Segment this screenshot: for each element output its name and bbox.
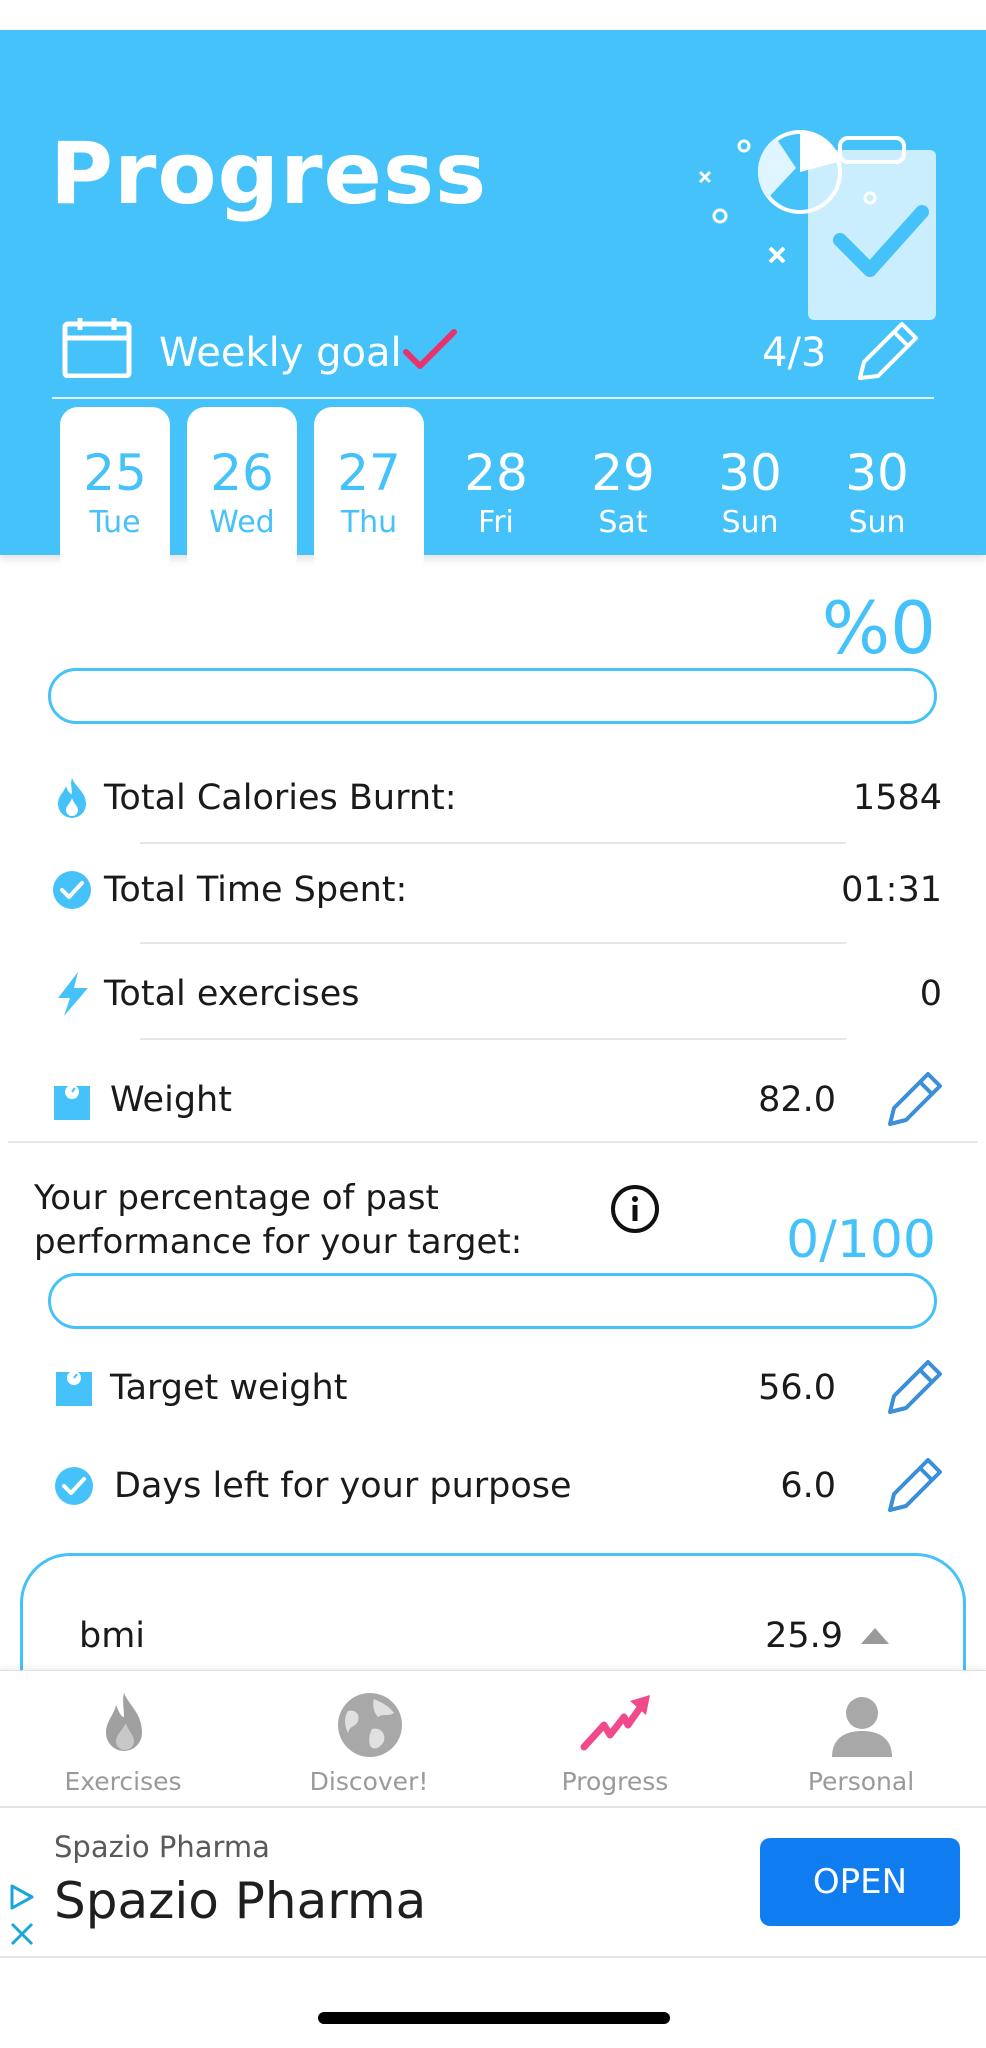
day-item-30-sun-2[interactable]: 30 Sun — [822, 407, 932, 575]
flame-icon — [58, 778, 86, 818]
ad-headline: Spazio Pharma — [54, 1872, 427, 1930]
days-left-row: Days left for your purpose 6.0 — [0, 1458, 986, 1518]
home-indicator[interactable] — [318, 2012, 670, 2024]
row-divider — [140, 842, 846, 844]
time-spent-row: Total Time Spent: 01:31 — [0, 862, 986, 922]
edit-weight-pencil-icon[interactable] — [884, 1066, 946, 1128]
total-exercises-value: 0 — [919, 974, 942, 1014]
bmi-value: 25.9 — [765, 1616, 843, 1656]
edit-weekly-goal-pencil-icon[interactable] — [852, 318, 926, 382]
ad-advertiser: Spazio Pharma — [54, 1830, 270, 1864]
ad-open-button[interactable]: OPEN — [760, 1838, 960, 1926]
past-performance-value: 0/100 — [786, 1210, 936, 1270]
days-left-value: 6.0 — [780, 1466, 836, 1506]
day-name: Wed — [209, 505, 275, 540]
day-number: 26 — [210, 444, 274, 502]
calendar-icon — [62, 318, 132, 378]
row-divider — [140, 942, 846, 944]
past-performance-bar — [48, 1273, 937, 1329]
day-name: Sun — [848, 505, 906, 540]
day-number: 28 — [464, 444, 528, 502]
weekly-goal-label: Weekly goal — [159, 330, 402, 376]
calories-value: 1584 — [852, 778, 942, 818]
total-exercises-label: Total exercises — [104, 974, 360, 1014]
days-left-label: Days left for your purpose — [114, 1466, 572, 1506]
weekly-progress-percent: %0 — [821, 586, 936, 670]
day-number: 30 — [845, 444, 909, 502]
scale-bag-icon — [56, 1371, 92, 1406]
nav-item-progress[interactable]: Progress — [492, 1671, 738, 1807]
day-item-25-tue[interactable]: 25 Tue — [60, 407, 170, 575]
weekly-goal-row: Weekly goal 4/3 — [62, 288, 932, 380]
ad-choices-play-icon[interactable] — [8, 1882, 36, 1912]
nav-item-discover[interactable]: Discover! — [246, 1671, 492, 1807]
weight-value: 82.0 — [758, 1080, 836, 1120]
checkmark-icon — [403, 329, 457, 369]
day-item-27-thu[interactable]: 27 Thu — [314, 407, 424, 575]
check-circle-icon — [55, 1467, 93, 1505]
nav-label: Personal — [807, 1767, 915, 1796]
day-name: Sun — [721, 505, 779, 540]
page-title: Progress — [50, 124, 488, 224]
target-weight-label: Target weight — [110, 1368, 348, 1408]
nav-item-exercises[interactable]: Exercises — [0, 1671, 246, 1807]
nav-item-personal[interactable]: Personal — [738, 1671, 984, 1807]
weight-label: Weight — [110, 1080, 232, 1120]
weight-row: Weight 82.0 — [0, 1072, 986, 1132]
status-bar-area — [0, 0, 986, 30]
day-item-26-wed[interactable]: 26 Wed — [187, 407, 297, 575]
flame-icon — [106, 1693, 142, 1751]
edit-target-weight-pencil-icon[interactable] — [884, 1354, 946, 1416]
scale-bag-icon — [54, 1085, 90, 1120]
nav-label: Progress — [561, 1767, 669, 1796]
time-spent-label: Total Time Spent: — [104, 870, 408, 910]
day-name: Thu — [340, 505, 398, 540]
collapse-arrow-icon[interactable] — [861, 1628, 889, 1644]
header-divider — [52, 397, 934, 399]
day-item-29-sat[interactable]: 29 Sat — [568, 407, 678, 575]
bmi-label: bmi — [79, 1616, 146, 1656]
past-performance-text: Your percentage of past performance for … — [34, 1178, 523, 1262]
day-name: Fri — [478, 505, 514, 540]
ad-banner[interactable]: Spazio Pharma Spazio Pharma OPEN — [0, 1806, 986, 1958]
calories-row: Total Calories Burnt: 1584 — [0, 770, 986, 830]
day-item-30-sun[interactable]: 30 Sun — [695, 407, 805, 575]
day-number: 25 — [83, 444, 147, 502]
progress-header: Progress Weekly goal 4/3 25 Tue 26 Wed 2… — [0, 30, 986, 575]
nav-label: Discover! — [309, 1767, 429, 1796]
calories-label: Total Calories Burnt: — [104, 778, 457, 818]
time-spent-value: 01:31 — [841, 870, 942, 910]
info-icon[interactable] — [610, 1184, 660, 1234]
section-divider — [8, 1141, 978, 1143]
nav-label: Exercises — [64, 1767, 182, 1796]
edit-days-left-pencil-icon[interactable] — [884, 1452, 946, 1514]
trend-icon — [580, 1695, 650, 1751]
bottom-navigation: Exercises Discover! Progress Personal — [0, 1670, 986, 1806]
clipboard-chart-illustration-icon — [698, 130, 936, 320]
week-day-selector: 25 Tue 26 Wed 27 Thu 28 Fri 29 Sat 30 Su… — [60, 407, 940, 575]
day-item-28-fri[interactable]: 28 Fri — [441, 407, 551, 575]
person-icon — [832, 1697, 892, 1757]
ad-close-icon[interactable] — [8, 1920, 36, 1948]
weekly-progress-bar — [48, 668, 937, 724]
target-weight-row: Target weight 56.0 — [0, 1360, 986, 1420]
globe-icon — [338, 1693, 402, 1757]
day-name: Sat — [598, 505, 648, 540]
day-number: 29 — [591, 444, 655, 502]
row-divider — [140, 1038, 846, 1040]
weekly-goal-count: 4/3 — [762, 330, 827, 376]
total-exercises-row: Total exercises 0 — [0, 966, 986, 1026]
day-name: Tue — [89, 505, 141, 540]
lightning-icon — [58, 972, 88, 1016]
day-number: 27 — [337, 444, 401, 502]
target-weight-value: 56.0 — [758, 1368, 836, 1408]
day-number: 30 — [718, 444, 782, 502]
check-circle-icon — [53, 871, 91, 909]
